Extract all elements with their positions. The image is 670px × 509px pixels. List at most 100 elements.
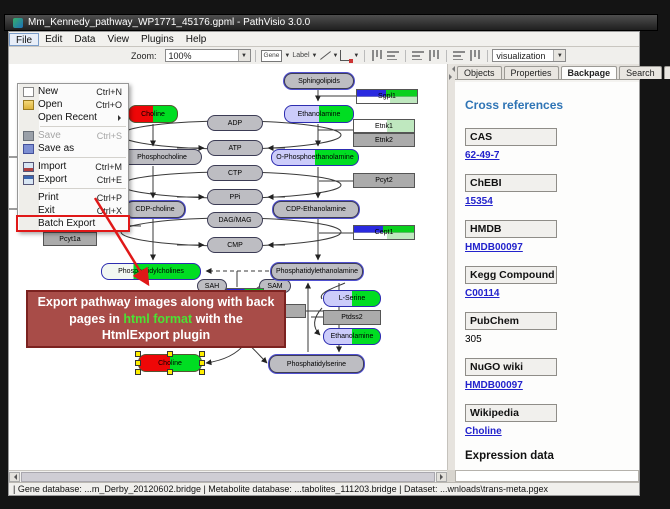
zoom-combobox[interactable]: 100% ▼ xyxy=(165,49,251,62)
tab-legend[interactable]: Legend xyxy=(664,66,670,79)
file-menu-item-import[interactable]: ImportCtrl+M xyxy=(18,160,128,173)
selection-handle[interactable] xyxy=(135,369,141,375)
align-center-y-button[interactable] xyxy=(386,49,400,63)
xref-section-pubchem: PubChem 305 xyxy=(465,312,629,345)
chevron-down-icon[interactable]: ▼ xyxy=(553,50,565,61)
file-menu-item-print[interactable]: PrintCtrl+P xyxy=(18,191,128,204)
common-width-button[interactable] xyxy=(452,49,466,63)
backpage-content: Cross references CAS62-49-7ChEBI15354HMD… xyxy=(455,82,639,470)
menu-item-label: Print xyxy=(38,192,97,203)
node-ptdss2[interactable]: Ptdss2 xyxy=(323,310,381,325)
tab-search[interactable]: Search xyxy=(619,66,662,79)
panel-splitter[interactable] xyxy=(447,64,455,470)
tab-backpage[interactable]: Backpage xyxy=(561,66,618,79)
xref-title: PubChem xyxy=(465,312,557,330)
node-pcyt2[interactable]: Pcyt2 xyxy=(353,173,415,188)
node-atp[interactable]: ATP xyxy=(207,140,263,156)
node-dagmag[interactable]: DAG/MAG xyxy=(207,212,263,228)
node-l-serine[interactable]: L-Serine xyxy=(323,290,381,307)
xref-section-cas: CAS62-49-7 xyxy=(465,128,629,161)
add-gene-button[interactable]: Gene ▼ xyxy=(261,49,291,63)
menu-item-label: Open xyxy=(38,99,96,110)
node-cmp[interactable]: CMP xyxy=(207,237,263,253)
node-o-phosphoethanolamine[interactable]: O-Phosphoethanolamine xyxy=(271,149,359,166)
menu-file[interactable]: File xyxy=(9,33,39,46)
menu-item-shortcut: Ctrl+X xyxy=(97,206,128,216)
add-label-button[interactable]: Label ▼ xyxy=(292,49,317,63)
xref-section-hmdb: HMDBHMDB00097 xyxy=(465,220,629,253)
menu-plugins[interactable]: Plugins xyxy=(135,33,180,46)
align-center-x-button[interactable] xyxy=(370,49,384,63)
node-ethanolamine-bottom[interactable]: Ethanolamine xyxy=(323,328,381,345)
chevron-down-icon[interactable]: ▼ xyxy=(238,50,250,61)
line-tool-button[interactable]: ▼ xyxy=(319,49,338,63)
xref-link[interactable]: C00114 xyxy=(465,288,629,299)
file-menu-item-export[interactable]: ExportCtrl+E xyxy=(18,173,128,186)
selection-handle[interactable] xyxy=(135,351,141,357)
menu-data[interactable]: Data xyxy=(68,33,101,46)
node-cdp-choline[interactable]: CDP-choline xyxy=(125,201,185,218)
selection-handle[interactable] xyxy=(167,351,173,357)
file-menu-item-new[interactable]: NewCtrl+N xyxy=(18,85,128,98)
common-height-button[interactable] xyxy=(468,49,482,63)
xref-section-wikipedia: WikipediaCholine xyxy=(465,404,629,437)
menu-edit[interactable]: Edit xyxy=(39,33,68,46)
node-phosphatidylethanolamine[interactable]: Phosphatidylethanolamine xyxy=(271,263,363,280)
node-phosphocholine[interactable]: Phosphocholine xyxy=(122,149,202,165)
scrollbar-thumb[interactable] xyxy=(21,472,435,482)
selection-handle[interactable] xyxy=(135,360,141,366)
node-choline-top[interactable]: Choline xyxy=(128,105,178,123)
collapse-left-icon[interactable] xyxy=(449,66,455,72)
file-menu-item-open-recent[interactable]: Open Recent xyxy=(18,111,128,124)
menu-view[interactable]: View xyxy=(101,33,135,46)
selection-handle[interactable] xyxy=(199,369,205,375)
node-adp[interactable]: ADP xyxy=(207,115,263,131)
node-sgpl1[interactable]: Sgpl1 xyxy=(356,89,418,104)
xref-title: NuGO wiki xyxy=(465,358,557,376)
node-phosphatidylserine[interactable]: Phosphatidylserine xyxy=(269,355,364,373)
file-menu-item-open[interactable]: OpenCtrl+O xyxy=(18,98,128,111)
collapse-right-icon[interactable] xyxy=(449,74,455,80)
file-menu-item-exit[interactable]: ExitCtrl+X xyxy=(18,204,128,217)
file-menu-item-save-as[interactable]: Save as xyxy=(18,142,128,155)
node-ppi[interactable]: PPi xyxy=(207,189,263,205)
xref-link[interactable]: Choline xyxy=(465,426,629,437)
node-pcyt1a[interactable]: Pcyt1a xyxy=(43,232,97,246)
visualization-combobox[interactable]: visualization ▼ xyxy=(492,49,566,62)
selection-handle[interactable] xyxy=(167,369,173,375)
tab-properties[interactable]: Properties xyxy=(504,66,559,79)
connector-tool-button[interactable]: ▼ xyxy=(340,49,359,63)
xref-link[interactable]: HMDB00097 xyxy=(465,380,629,391)
distribute-horizontal-button[interactable] xyxy=(411,49,425,63)
node-cdp-ethanolamine[interactable]: CDP-Ethanolamine xyxy=(273,201,359,218)
scroll-left-icon[interactable] xyxy=(9,472,20,482)
saveas-icon xyxy=(23,144,34,154)
xref-section-nugo-wiki: NuGO wiki HMDB00097 xyxy=(465,358,629,391)
horizontal-scrollbar[interactable] xyxy=(9,470,447,482)
menu-help[interactable]: Help xyxy=(180,33,213,46)
file-menu-item-save[interactable]: SaveCtrl+S xyxy=(18,129,128,142)
node-sphingolipids[interactable]: Sphingolipids xyxy=(284,73,354,89)
side-panel: ObjectsPropertiesBackpageSearchLegend Cr… xyxy=(455,64,639,470)
xref-link[interactable]: HMDB00097 xyxy=(465,242,629,253)
align-vertical-icon xyxy=(372,50,382,61)
scroll-right-icon[interactable] xyxy=(436,472,447,482)
node-phosphatidylcholines[interactable]: Phosphatidylcholines xyxy=(101,263,201,280)
node-ctp[interactable]: CTP xyxy=(207,165,263,181)
selection-handle[interactable] xyxy=(199,360,205,366)
node-unlabeled-box[interactable] xyxy=(284,304,306,318)
xref-link[interactable]: 15354 xyxy=(465,196,629,207)
xref-link[interactable]: 62-49-7 xyxy=(465,150,629,161)
file-menu-item-batch-export[interactable]: Batch Export xyxy=(18,217,128,230)
node-etnk1[interactable]: Etnk1 xyxy=(353,119,415,133)
title-bar[interactable]: Mm_Kennedy_pathway_WP1771_45176.gpml - P… xyxy=(4,14,658,31)
node-etnk2[interactable]: Etnk2 xyxy=(353,133,415,147)
tab-objects[interactable]: Objects xyxy=(457,66,502,79)
selection-handle[interactable] xyxy=(199,351,205,357)
panel-bottom-field xyxy=(455,470,639,482)
xref-value: 305 xyxy=(465,334,629,345)
node-ethanolamine-top[interactable]: Ethanolamine xyxy=(284,105,354,123)
node-cept1[interactable]: Cept1 xyxy=(353,225,415,240)
distribute-vertical-button[interactable] xyxy=(427,49,441,63)
menu-item-label: Batch Export xyxy=(38,218,122,229)
